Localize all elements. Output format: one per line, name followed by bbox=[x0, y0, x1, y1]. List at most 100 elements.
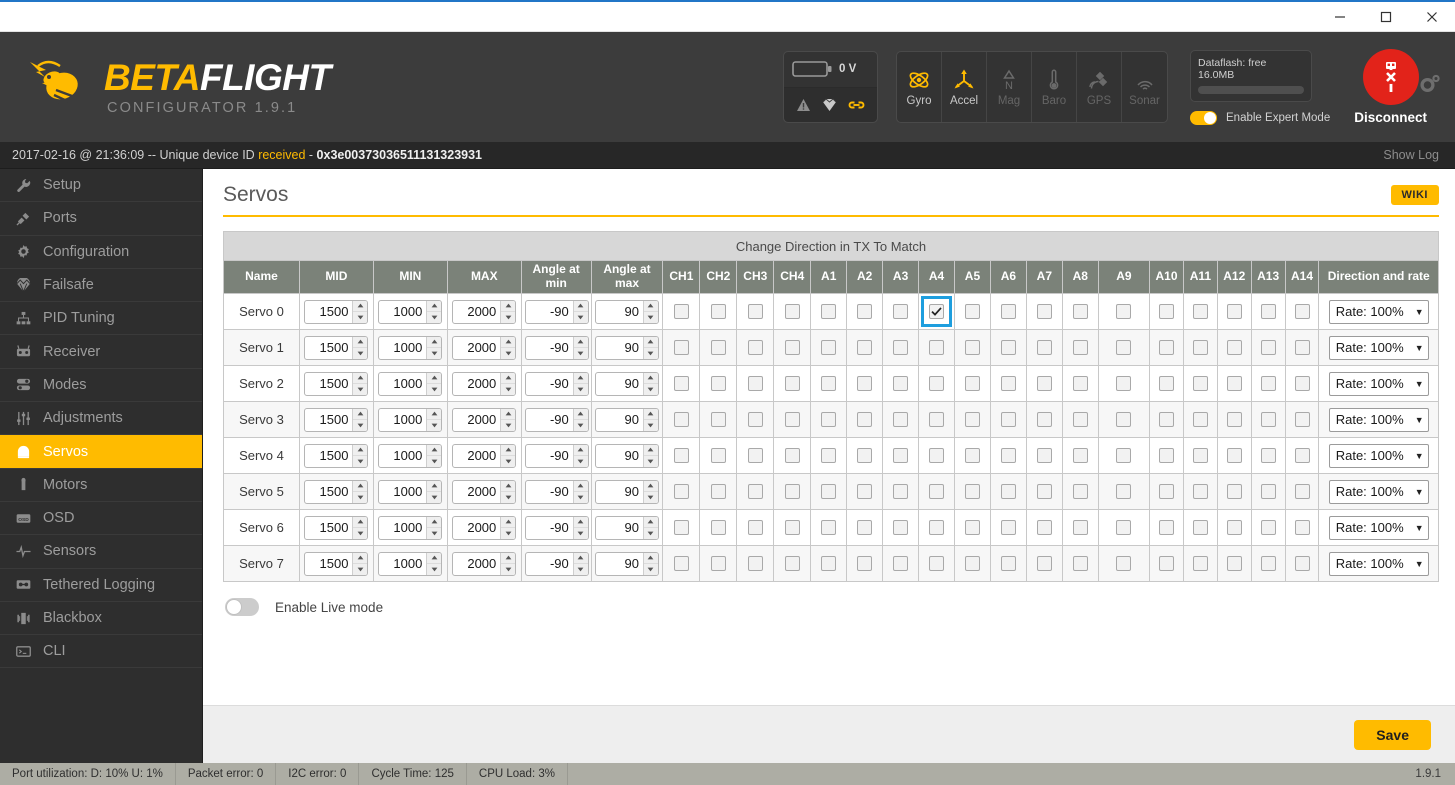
channel-checkbox-a5[interactable] bbox=[964, 304, 980, 320]
settings-button[interactable] bbox=[1419, 74, 1441, 99]
channel-checkbox-a3[interactable] bbox=[893, 556, 909, 572]
spinner-up-icon[interactable] bbox=[501, 553, 516, 564]
channel-checkbox-ch1[interactable] bbox=[673, 340, 689, 356]
mid-input-arrows[interactable] bbox=[352, 552, 368, 575]
channel-checkbox-ch3[interactable] bbox=[747, 412, 763, 428]
channel-checkbox-a12[interactable] bbox=[1226, 304, 1242, 320]
angle-at-min-input[interactable]: -90 bbox=[524, 443, 589, 468]
channel-checkbox-a8[interactable] bbox=[1072, 412, 1088, 428]
spinner-down-icon[interactable] bbox=[501, 312, 515, 323]
sidebar-item-tethered-logging[interactable]: Tethered Logging bbox=[0, 569, 202, 602]
angle-at-max-input-arrows[interactable] bbox=[642, 516, 658, 539]
spinner-down-icon[interactable] bbox=[644, 492, 658, 503]
min-input[interactable]: 1000 bbox=[378, 479, 443, 504]
channel-checkbox-ch4[interactable] bbox=[784, 340, 800, 356]
channel-checkbox-ch4[interactable] bbox=[784, 304, 800, 320]
mid-input-arrows[interactable] bbox=[352, 408, 368, 431]
channel-checkbox-a10[interactable] bbox=[1159, 448, 1174, 464]
angle-at-max-input[interactable]: 90 bbox=[594, 371, 659, 396]
wiki-button[interactable]: WIKI bbox=[1390, 185, 1439, 205]
channel-checkbox-a10[interactable] bbox=[1159, 340, 1174, 356]
angle-at-max-input[interactable]: 90 bbox=[594, 515, 659, 540]
spinner-up-icon[interactable] bbox=[573, 301, 588, 312]
mid-input[interactable]: 1500 bbox=[304, 371, 369, 396]
mid-input[interactable]: 1500 bbox=[304, 551, 369, 576]
channel-checkbox-a1[interactable] bbox=[821, 412, 837, 428]
angle-at-max-input-arrows[interactable] bbox=[642, 372, 658, 395]
channel-checkbox-a10[interactable] bbox=[1159, 376, 1174, 392]
channel-checkbox-a7[interactable] bbox=[1036, 304, 1052, 320]
expert-mode-toggle[interactable] bbox=[1190, 110, 1218, 125]
window-minimize-button[interactable] bbox=[1317, 2, 1363, 32]
spinner-down-icon[interactable] bbox=[574, 348, 588, 359]
channel-checkbox-a11[interactable] bbox=[1192, 340, 1208, 356]
spinner-down-icon[interactable] bbox=[574, 384, 588, 395]
rate-select[interactable]: Rate: 100% ▼ bbox=[1328, 515, 1429, 540]
min-input[interactable]: 1000 bbox=[378, 551, 443, 576]
channel-checkbox-a9[interactable] bbox=[1116, 376, 1132, 392]
spinner-down-icon[interactable] bbox=[427, 420, 441, 431]
channel-checkbox-a1[interactable] bbox=[821, 376, 837, 392]
channel-checkbox-a8[interactable] bbox=[1072, 376, 1088, 392]
angle-at-min-input[interactable]: -90 bbox=[524, 515, 589, 540]
angle-at-max-input-arrows[interactable] bbox=[642, 480, 658, 503]
angle-at-min-input-arrows[interactable] bbox=[572, 552, 588, 575]
min-input-arrows[interactable] bbox=[426, 516, 442, 539]
channel-checkbox-a13[interactable] bbox=[1260, 304, 1276, 320]
channel-checkbox-a3[interactable] bbox=[893, 376, 909, 392]
sidebar-item-configuration[interactable]: Configuration bbox=[0, 236, 202, 269]
angle-at-min-input[interactable]: -90 bbox=[524, 335, 589, 360]
mid-input-arrows[interactable] bbox=[352, 444, 368, 467]
spinner-down-icon[interactable] bbox=[353, 456, 367, 467]
spinner-down-icon[interactable] bbox=[644, 420, 658, 431]
spinner-down-icon[interactable] bbox=[644, 564, 658, 575]
spinner-up-icon[interactable] bbox=[643, 301, 658, 312]
max-input-arrows[interactable] bbox=[500, 408, 516, 431]
channel-checkbox-ch4[interactable] bbox=[784, 376, 800, 392]
angle-at-max-input[interactable]: 90 bbox=[594, 299, 659, 324]
angle-at-max-input-arrows[interactable] bbox=[642, 300, 658, 323]
channel-checkbox-a13[interactable] bbox=[1260, 520, 1276, 536]
max-input[interactable]: 2000 bbox=[452, 407, 517, 432]
live-mode-row[interactable]: Enable Live mode bbox=[223, 598, 1439, 616]
channel-checkbox-ch3[interactable] bbox=[747, 520, 763, 536]
max-input[interactable]: 2000 bbox=[452, 335, 517, 360]
min-input[interactable]: 1000 bbox=[378, 515, 443, 540]
spinner-up-icon[interactable] bbox=[427, 445, 442, 456]
spinner-down-icon[interactable] bbox=[574, 420, 588, 431]
channel-checkbox-a4[interactable] bbox=[929, 340, 945, 356]
angle-at-max-input-arrows[interactable] bbox=[642, 336, 658, 359]
channel-checkbox-a8[interactable] bbox=[1072, 340, 1088, 356]
spinner-up-icon[interactable] bbox=[353, 337, 368, 348]
channel-checkbox-a14[interactable] bbox=[1294, 304, 1310, 320]
spinner-down-icon[interactable] bbox=[427, 348, 441, 359]
channel-checkbox-a7[interactable] bbox=[1036, 520, 1052, 536]
angle-at-max-input[interactable]: 90 bbox=[594, 335, 659, 360]
channel-checkbox-a12[interactable] bbox=[1226, 376, 1242, 392]
sidebar-item-osd[interactable]: OSD OSD bbox=[0, 502, 202, 536]
sidebar-item-servos[interactable]: Servos bbox=[0, 435, 202, 469]
channel-checkbox-a3[interactable] bbox=[893, 304, 909, 320]
spinner-down-icon[interactable] bbox=[644, 456, 658, 467]
angle-at-min-input-arrows[interactable] bbox=[572, 516, 588, 539]
spinner-down-icon[interactable] bbox=[644, 348, 658, 359]
spinner-up-icon[interactable] bbox=[573, 553, 588, 564]
mid-input-arrows[interactable] bbox=[352, 336, 368, 359]
channel-checkbox-a8[interactable] bbox=[1072, 448, 1088, 464]
channel-checkbox-ch2[interactable] bbox=[710, 304, 726, 320]
spinner-up-icon[interactable] bbox=[643, 409, 658, 420]
channel-checkbox-a11[interactable] bbox=[1192, 520, 1208, 536]
spinner-up-icon[interactable] bbox=[353, 481, 368, 492]
mid-input[interactable]: 1500 bbox=[304, 443, 369, 468]
channel-checkbox-a2[interactable] bbox=[857, 376, 873, 392]
spinner-up-icon[interactable] bbox=[643, 553, 658, 564]
max-input-arrows[interactable] bbox=[500, 552, 516, 575]
channel-checkbox-ch2[interactable] bbox=[710, 412, 726, 428]
channel-checkbox-a11[interactable] bbox=[1192, 412, 1208, 428]
channel-checkbox-a11[interactable] bbox=[1192, 376, 1208, 392]
channel-checkbox-a1[interactable] bbox=[821, 340, 837, 356]
spinner-down-icon[interactable] bbox=[353, 528, 367, 539]
channel-checkbox-a4[interactable] bbox=[929, 448, 945, 464]
channel-checkbox-a6[interactable] bbox=[1000, 520, 1016, 536]
channel-checkbox-a5[interactable] bbox=[964, 376, 980, 392]
